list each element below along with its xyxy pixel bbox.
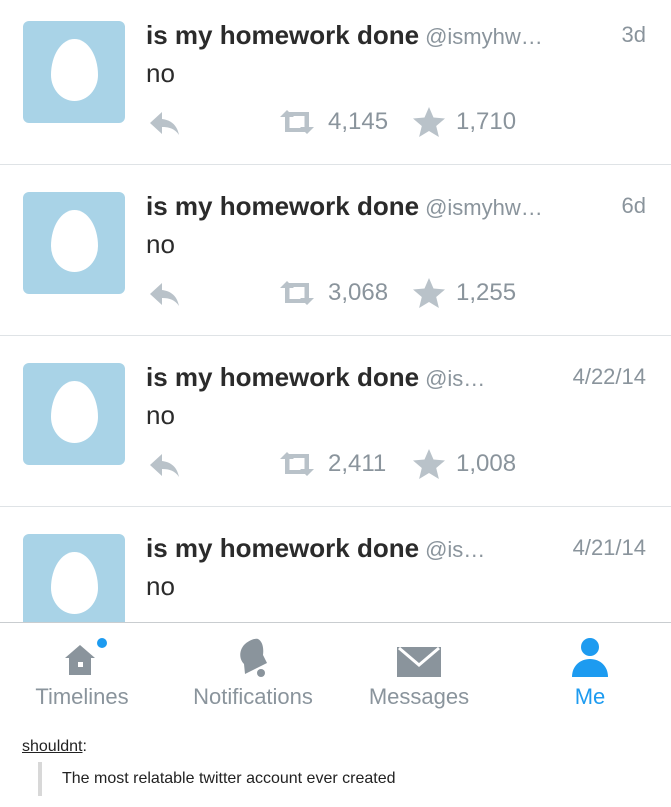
- tweet-text: no: [146, 58, 175, 88]
- display-name[interactable]: is my homework done: [146, 191, 419, 221]
- tweet-text: no: [146, 400, 175, 430]
- tweet-actions: 4,145 1,710: [146, 105, 566, 139]
- divider: [0, 335, 671, 336]
- avatar[interactable]: [23, 534, 125, 622]
- tab-label: Notifications: [193, 684, 313, 709]
- star-icon: [413, 107, 445, 137]
- tab-timelines[interactable]: Timelines: [18, 623, 146, 721]
- reply-button[interactable]: [146, 108, 182, 138]
- reply-icon: [150, 112, 179, 135]
- avatar[interactable]: [23, 21, 125, 123]
- egg-icon: [51, 381, 98, 443]
- username-handle[interactable]: @is…: [425, 366, 485, 391]
- retweet-icon: [280, 452, 314, 476]
- timestamp: 6d: [621, 193, 646, 218]
- retweet-button[interactable]: 3,068: [276, 278, 388, 308]
- avatar[interactable]: [23, 192, 125, 294]
- divider: [0, 164, 671, 165]
- star-icon: [413, 449, 445, 479]
- retweet-count: 2,411: [328, 450, 387, 477]
- reply-button[interactable]: [146, 450, 182, 480]
- tweet-actions: 2,411 1,008: [146, 447, 566, 481]
- tweet-feed: is my homework done @ismyhw… 3d no 4,145 …: [0, 0, 671, 622]
- retweet-icon: [280, 281, 314, 305]
- tweet-header: is my homework done @ismyhw… 3d: [146, 20, 646, 52]
- egg-icon: [51, 39, 98, 101]
- tab-bar: Timelines Notifications Messages Me: [0, 622, 671, 721]
- retweet-button[interactable]: 2,411: [276, 449, 386, 479]
- favorite-count: 1,008: [456, 450, 517, 477]
- tab-me[interactable]: Me: [550, 623, 630, 721]
- tweet[interactable]: is my homework done @ismyhw… 6d no 3,068 …: [0, 171, 671, 342]
- tab-messages[interactable]: Messages: [352, 623, 486, 721]
- tweet-header: is my homework done @ismyhw… 6d: [146, 191, 646, 223]
- tab-label: Messages: [368, 684, 470, 709]
- username-handle[interactable]: @ismyhw…: [425, 195, 543, 220]
- person-icon: [572, 638, 608, 677]
- egg-icon: [51, 210, 98, 272]
- favorite-count: 1,710: [456, 108, 517, 135]
- divider: [0, 506, 671, 507]
- avatar[interactable]: [23, 363, 125, 465]
- favorite-button[interactable]: 1,255: [412, 278, 516, 308]
- home-icon: [65, 638, 107, 675]
- retweet-count: 3,068: [328, 279, 389, 306]
- retweet-icon: [280, 110, 314, 134]
- timestamp: 4/21/14: [572, 535, 646, 560]
- retweet-count: 4,145: [328, 108, 389, 135]
- tab-notifications[interactable]: Notifications: [178, 623, 328, 721]
- tweet[interactable]: is my homework done @is… 4/21/14 no: [0, 513, 671, 622]
- display-name[interactable]: is my homework done: [146, 362, 419, 392]
- reply-icon: [150, 454, 179, 477]
- tab-label: Me: [574, 684, 606, 709]
- egg-icon: [51, 552, 98, 614]
- star-icon: [413, 278, 445, 308]
- display-name[interactable]: is my homework done: [146, 533, 419, 563]
- reply-button[interactable]: [146, 279, 182, 309]
- username-link[interactable]: shouldnt: [22, 738, 83, 755]
- caption-separator: :: [82, 738, 87, 755]
- display-name[interactable]: is my homework done: [146, 20, 419, 50]
- tweet[interactable]: is my homework done @is… 4/22/14 no 2,411…: [0, 342, 671, 513]
- blockquote: The most relatable twitter account ever …: [38, 762, 396, 796]
- tweet-header: is my homework done @is… 4/21/14: [146, 533, 646, 565]
- tab-label: Timelines: [35, 684, 129, 709]
- reply-icon: [150, 283, 179, 306]
- favorite-count: 1,255: [456, 279, 517, 306]
- bell-icon: [240, 638, 267, 677]
- envelope-icon: [397, 646, 441, 677]
- timestamp: 3d: [621, 22, 646, 47]
- favorite-button[interactable]: 1,008: [412, 449, 516, 479]
- tweet-text: no: [146, 571, 175, 601]
- reblog-caption: shouldnt:: [22, 738, 87, 756]
- tweet-header: is my homework done @is… 4/22/14: [146, 362, 646, 394]
- tweet[interactable]: is my homework done @ismyhw… 3d no 4,145 …: [0, 0, 671, 171]
- timestamp: 4/22/14: [572, 364, 646, 389]
- retweet-button[interactable]: 4,145: [276, 107, 388, 137]
- username-handle[interactable]: @ismyhw…: [425, 24, 543, 49]
- username-handle[interactable]: @is…: [425, 537, 485, 562]
- tweet-actions: 3,068 1,255: [146, 276, 566, 310]
- unread-dot: [97, 638, 107, 648]
- tweet-text: no: [146, 229, 175, 259]
- favorite-button[interactable]: 1,710: [412, 107, 516, 137]
